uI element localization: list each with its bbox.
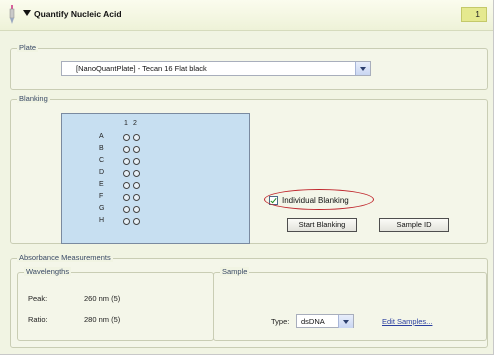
quantify-panel: Quantify Nucleic Acid 1 Plate [NanoQuant… — [0, 0, 494, 355]
plate-row-label: B — [99, 145, 104, 152]
plate-column-label: 1 — [124, 120, 128, 127]
well[interactable] — [133, 146, 140, 153]
step-number-badge: 1 — [461, 7, 487, 22]
well[interactable] — [133, 182, 140, 189]
plate-row-label: A — [99, 133, 104, 140]
ratio-value: 280 nm (5) — [84, 315, 121, 324]
plate-row-label: C — [99, 157, 105, 164]
sample-type-value: dsDNA — [301, 317, 325, 326]
plate-column-label: 2 — [133, 120, 137, 127]
highlight-annotation — [264, 189, 374, 210]
well[interactable] — [133, 206, 140, 213]
ratio-label: Ratio: — [28, 315, 48, 324]
plate-row-label: G — [99, 205, 105, 212]
well[interactable] — [133, 170, 140, 177]
chevron-down-icon[interactable] — [338, 315, 353, 328]
peak-label: Peak: — [28, 294, 48, 303]
wavelengths-group: Wavelengths Peak: 260 nm (5) Ratio: 280 … — [17, 267, 214, 341]
sample-id-button[interactable]: Sample ID — [379, 218, 449, 232]
plate-row-label: D — [99, 169, 105, 176]
chevron-down-icon[interactable] — [355, 62, 370, 75]
peak-value: 260 nm (5) — [84, 294, 121, 303]
well[interactable] — [133, 158, 140, 165]
well[interactable] — [123, 206, 130, 213]
well[interactable] — [123, 218, 130, 225]
sample-group-label: Sample — [220, 267, 250, 276]
collapse-caret-icon[interactable] — [23, 10, 31, 16]
well[interactable] — [133, 194, 140, 201]
plate-select-value: [NanoQuantPlate] - Tecan 16 Flat black — [76, 64, 207, 73]
plate-group-label: Plate — [17, 43, 39, 52]
blanking-group: Blanking 1 2 A B C D E F G H Individual … — [10, 94, 488, 244]
pipette-icon — [9, 5, 15, 24]
type-label: Type: — [271, 317, 290, 326]
well[interactable] — [123, 182, 130, 189]
plate-select[interactable]: [NanoQuantPlate] - Tecan 16 Flat black — [61, 61, 371, 76]
plate-row-label: F — [99, 193, 104, 200]
plate-row-label: H — [99, 217, 105, 224]
plate-group: Plate [NanoQuantPlate] - Tecan 16 Flat b… — [10, 43, 488, 90]
plate-map: 1 2 A B C D E F G H — [61, 113, 250, 244]
start-blanking-button[interactable]: Start Blanking — [287, 218, 357, 232]
sample-type-select[interactable]: dsDNA — [296, 314, 354, 328]
well[interactable] — [123, 170, 130, 177]
wavelengths-group-label: Wavelengths — [24, 267, 72, 276]
panel-title: Quantify Nucleic Acid — [34, 9, 122, 19]
edit-samples-link[interactable]: Edit Samples... — [382, 317, 432, 326]
well[interactable] — [123, 194, 130, 201]
blanking-group-label: Blanking — [17, 94, 50, 103]
well[interactable] — [123, 146, 130, 153]
sample-group: Sample Type: dsDNA Edit Samples... — [213, 267, 487, 341]
absorbance-group: Absorbance Measurements Wavelengths Peak… — [10, 253, 488, 348]
well[interactable] — [133, 134, 140, 141]
well[interactable] — [133, 218, 140, 225]
well[interactable] — [123, 134, 130, 141]
plate-row-label: E — [99, 181, 104, 188]
panel-header: Quantify Nucleic Acid 1 — [0, 0, 493, 31]
well[interactable] — [123, 158, 130, 165]
absorbance-group-label: Absorbance Measurements — [17, 253, 113, 262]
